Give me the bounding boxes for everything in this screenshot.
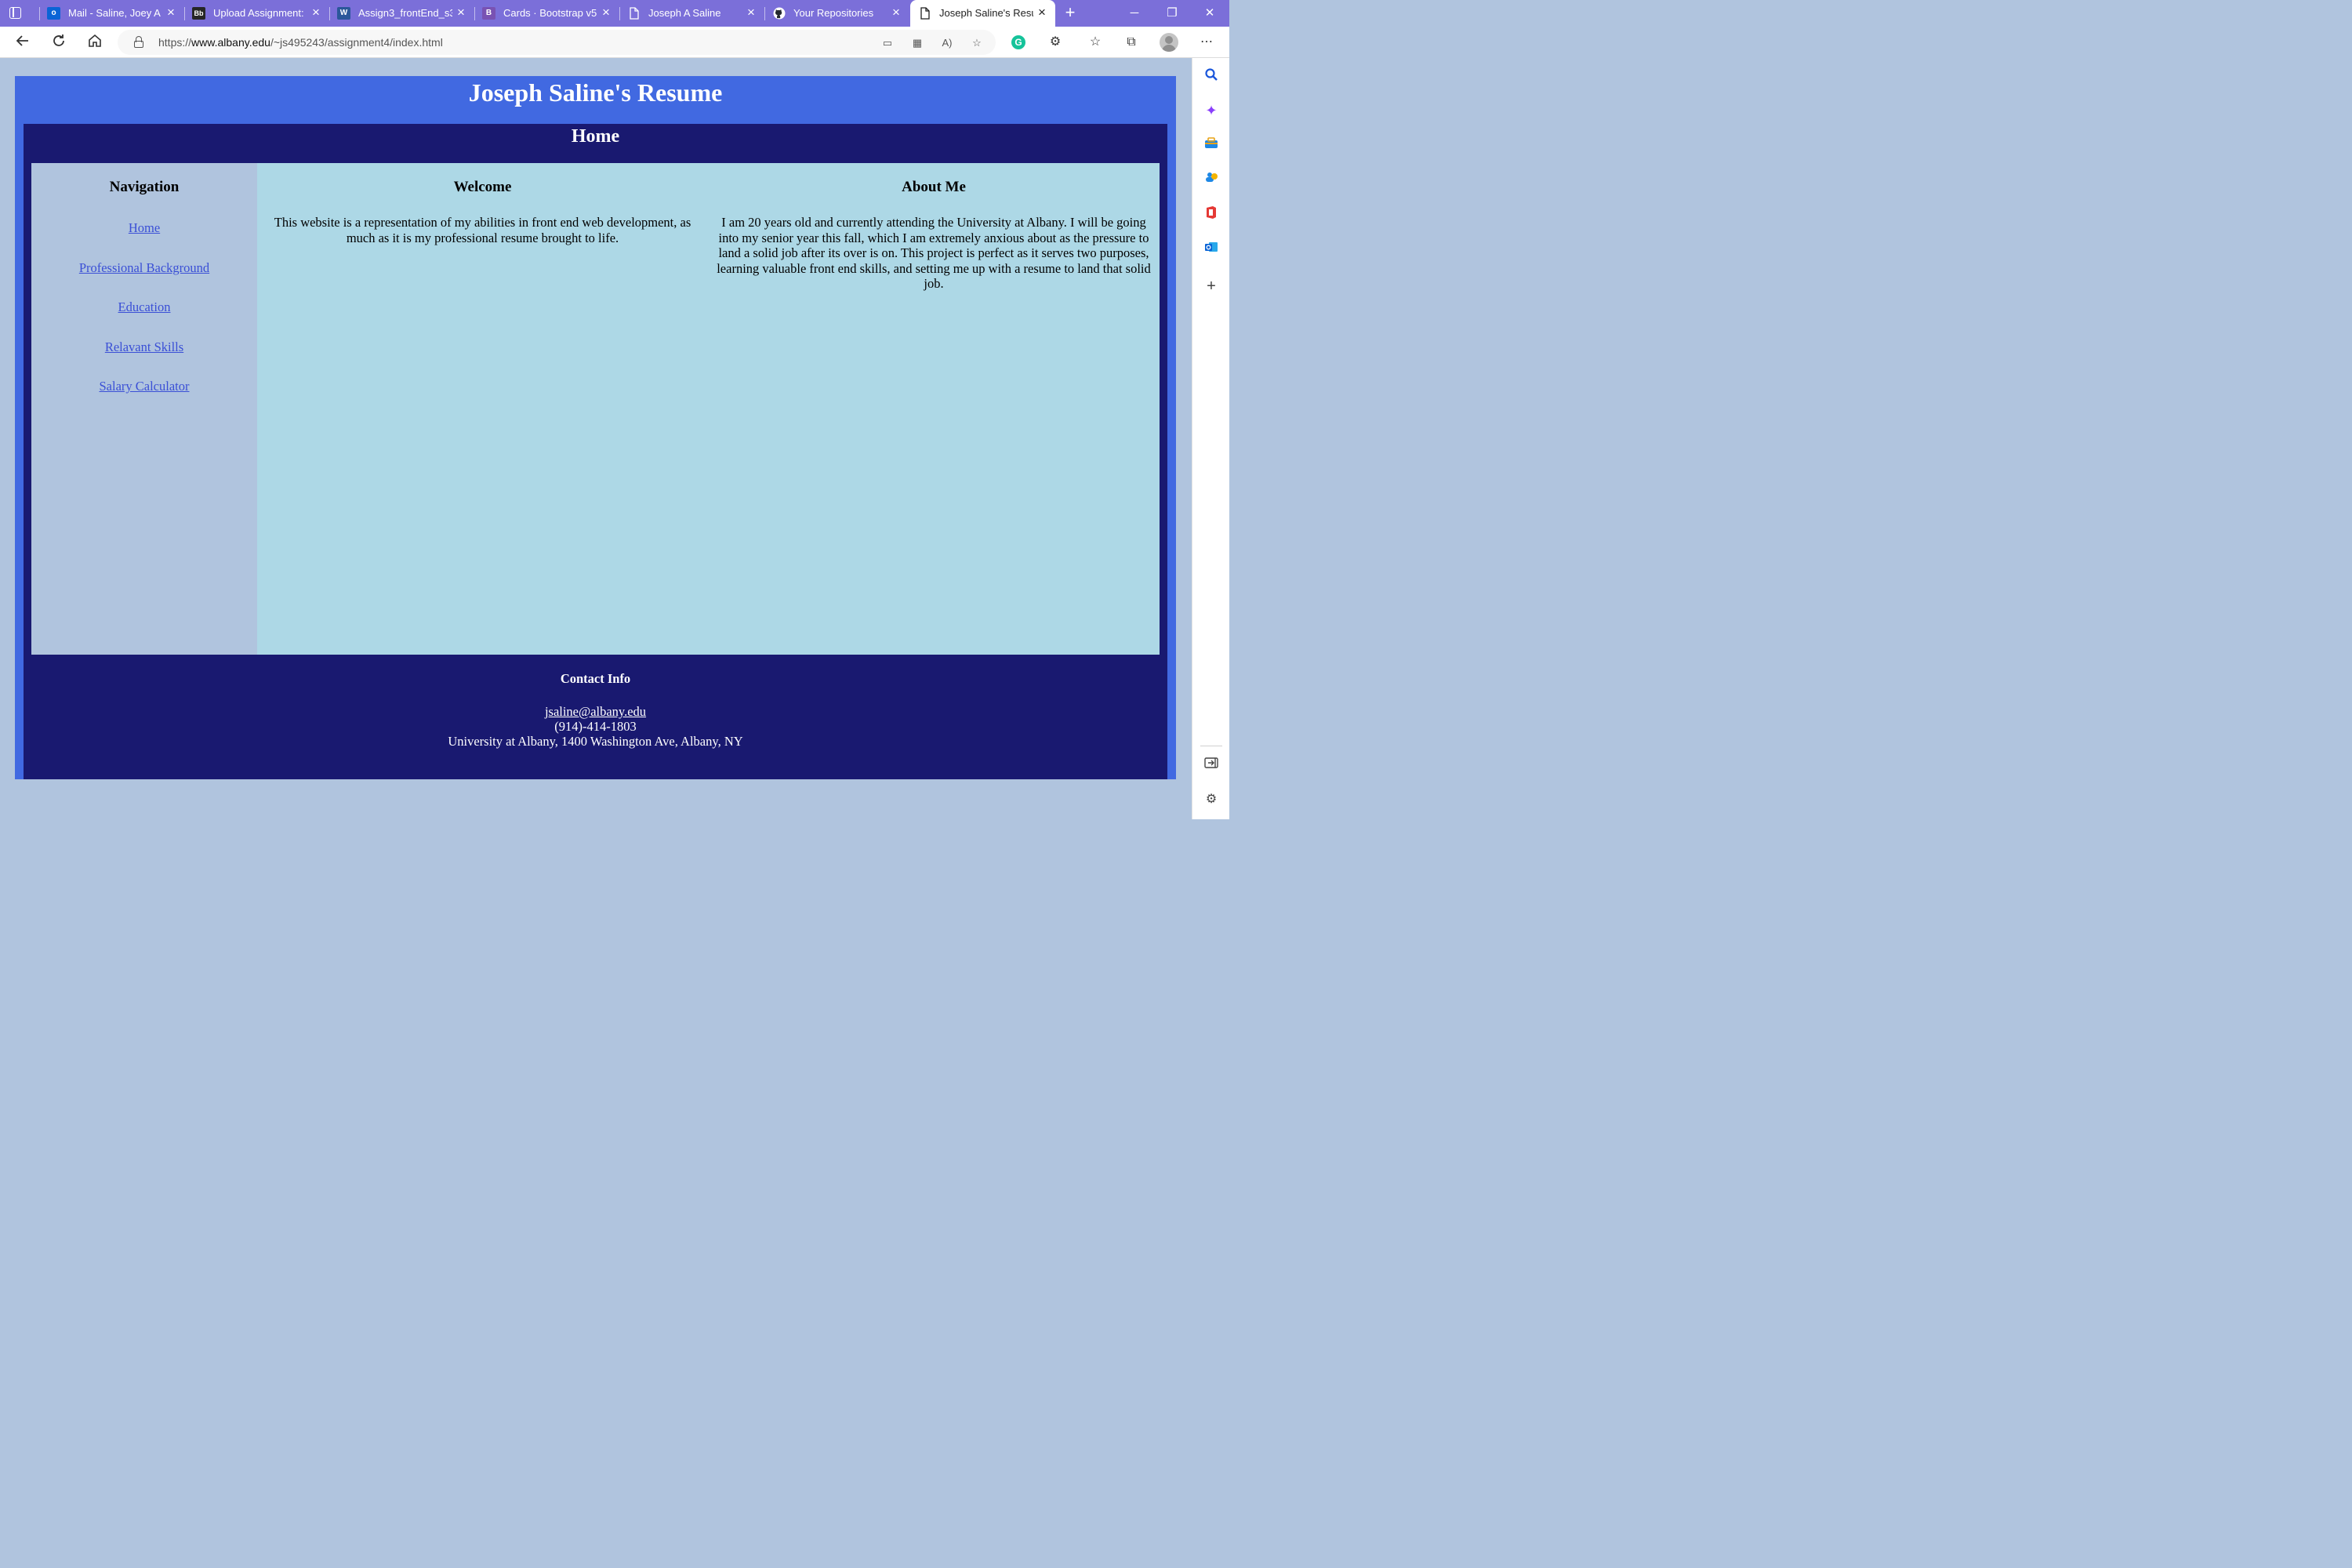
outlook-icon[interactable] bbox=[1203, 240, 1220, 257]
tab-resume-active[interactable]: Joseph Saline's Resum × bbox=[910, 0, 1055, 27]
close-tab-icon[interactable]: × bbox=[890, 5, 902, 19]
web-page: Joseph Saline's Resume Home Navigation H… bbox=[0, 59, 1192, 819]
refresh-icon[interactable] bbox=[49, 33, 68, 52]
outlook-icon: o bbox=[47, 7, 60, 20]
address-bar[interactable]: https://www.albany.edu/~js495243/assignm… bbox=[118, 30, 996, 55]
email-line: jsaline@albany.edu bbox=[24, 704, 1167, 720]
grammarly-icon[interactable]: G bbox=[1011, 35, 1025, 49]
tab-label: Your Repositories bbox=[793, 7, 874, 19]
tab-word-doc[interactable]: W Assign3_frontEnd_s3 × bbox=[329, 0, 474, 27]
back-icon[interactable] bbox=[13, 33, 32, 52]
read-aloud-icon[interactable]: A) bbox=[939, 36, 955, 50]
close-tab-icon[interactable]: × bbox=[455, 5, 467, 19]
copilot-icon[interactable]: ✦ bbox=[1203, 102, 1220, 119]
about-text: I am 20 years old and currently attendin… bbox=[717, 215, 1151, 291]
tab-label: Mail - Saline, Joey A bbox=[68, 7, 161, 19]
nav-link-salary-calculator[interactable]: Salary Calculator bbox=[31, 379, 257, 394]
tools-icon[interactable] bbox=[1203, 136, 1220, 154]
extensions-icon[interactable]: ⚙ bbox=[1046, 33, 1065, 52]
contact-footer: Contact Info jsaline@albany.edu (914)-41… bbox=[24, 655, 1167, 779]
tab-strip: o Mail - Saline, Joey A × Bb Upload Assi… bbox=[0, 0, 1229, 27]
settings-icon[interactable]: ⚙ bbox=[1203, 791, 1220, 808]
email-link[interactable]: jsaline@albany.edu bbox=[545, 704, 646, 719]
restore-icon[interactable]: ❐ bbox=[1163, 5, 1181, 22]
new-tab-button[interactable]: + bbox=[1062, 4, 1079, 21]
tab-label: Assign3_frontEnd_s3 bbox=[358, 7, 452, 19]
games-icon[interactable] bbox=[1203, 171, 1220, 188]
browser-toolbar: https://www.albany.edu/~js495243/assignm… bbox=[0, 27, 1229, 58]
resume-container: Joseph Saline's Resume Home Navigation H… bbox=[15, 76, 1176, 779]
tab-label: Joseph Saline's Resum bbox=[939, 7, 1033, 19]
welcome-text: This website is a representation of my a… bbox=[274, 215, 691, 245]
nav-link-professional-background[interactable]: Professional Background bbox=[31, 260, 257, 276]
tab-label: Joseph A Saline bbox=[648, 7, 721, 19]
device-icon[interactable]: ▭ bbox=[880, 36, 895, 50]
minimize-icon[interactable]: ─ bbox=[1126, 5, 1143, 22]
close-tab-icon[interactable]: × bbox=[310, 5, 322, 19]
content-area: Navigation Home Professional Background … bbox=[31, 163, 1160, 655]
github-icon bbox=[772, 7, 786, 20]
word-icon: W bbox=[337, 7, 350, 20]
page-icon bbox=[627, 7, 641, 20]
close-tab-icon[interactable]: × bbox=[1036, 5, 1048, 19]
tab-github-repos[interactable]: Your Repositories × bbox=[764, 0, 909, 27]
section-heading: Home bbox=[571, 126, 620, 147]
main-panel: Home Navigation Home Professional Backgr… bbox=[24, 124, 1167, 779]
close-window-icon[interactable]: ✕ bbox=[1201, 5, 1218, 22]
close-tab-icon[interactable]: × bbox=[600, 5, 612, 19]
tab-actions-icon[interactable] bbox=[8, 5, 24, 21]
url-text[interactable]: https://www.albany.edu/~js495243/assignm… bbox=[158, 35, 443, 49]
more-icon[interactable]: ⋯ bbox=[1197, 33, 1216, 52]
add-icon[interactable]: + bbox=[1203, 278, 1220, 295]
collections-icon[interactable]: ⧉ bbox=[1122, 33, 1141, 52]
tab-label: Cards · Bootstrap v5. bbox=[503, 7, 597, 19]
blackboard-icon: Bb bbox=[192, 7, 205, 20]
address: University at Albany, 1400 Washington Av… bbox=[448, 734, 743, 749]
welcome-heading: Welcome bbox=[453, 179, 512, 195]
favorites-icon[interactable]: ☆ bbox=[1086, 33, 1105, 52]
page-icon bbox=[918, 7, 931, 20]
welcome-section: Welcome This website is a representation… bbox=[257, 163, 708, 655]
close-tab-icon[interactable]: × bbox=[165, 5, 177, 19]
edge-sidebar: ✦ + ⚙ bbox=[1192, 58, 1229, 819]
home-icon[interactable] bbox=[85, 33, 104, 52]
qr-code-icon[interactable]: ▦ bbox=[909, 36, 925, 50]
page-title: Joseph Saline's Resume bbox=[468, 78, 723, 107]
avatar[interactable] bbox=[1160, 33, 1178, 52]
navigation-panel: Navigation Home Professional Background … bbox=[31, 163, 257, 655]
phone-number: (914)-414-1803 bbox=[554, 719, 637, 734]
tab-upload-assignment[interactable]: Bb Upload Assignment: × bbox=[184, 0, 329, 27]
tab-bootstrap-cards[interactable]: B Cards · Bootstrap v5. × bbox=[474, 0, 619, 27]
contact-heading: Contact Info bbox=[560, 671, 631, 686]
about-heading: About Me bbox=[902, 179, 966, 195]
add-favorite-icon[interactable]: ☆ bbox=[969, 36, 985, 50]
about-section: About Me I am 20 years old and currently… bbox=[708, 163, 1160, 655]
close-tab-icon[interactable]: × bbox=[745, 5, 757, 19]
nav-link-skills[interactable]: Relavant Skills bbox=[31, 339, 257, 355]
tab-mail[interactable]: o Mail - Saline, Joey A × bbox=[39, 0, 184, 27]
search-icon[interactable] bbox=[1203, 67, 1220, 85]
hide-sidebar-icon[interactable] bbox=[1203, 757, 1220, 774]
nav-link-home[interactable]: Home bbox=[31, 220, 257, 236]
navigation-heading: Navigation bbox=[109, 179, 180, 195]
office-icon[interactable] bbox=[1203, 205, 1220, 223]
nav-link-education[interactable]: Education bbox=[31, 299, 257, 315]
tab-label: Upload Assignment: bbox=[213, 7, 304, 19]
bootstrap-icon: B bbox=[482, 7, 495, 20]
lock-icon[interactable] bbox=[133, 36, 144, 49]
tab-joseph-saline[interactable]: Joseph A Saline × bbox=[619, 0, 764, 27]
